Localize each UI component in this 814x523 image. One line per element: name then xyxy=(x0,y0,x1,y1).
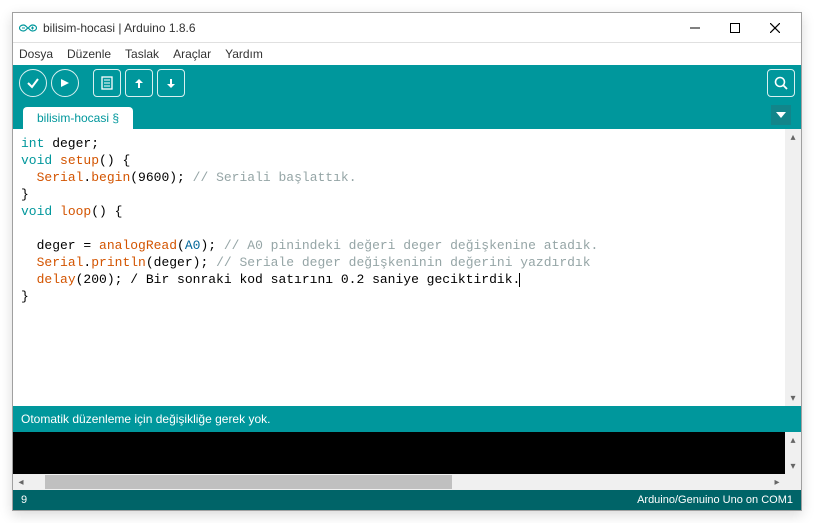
sketch-tab[interactable]: bilisim-hocasi § xyxy=(23,107,133,129)
token-text xyxy=(21,272,37,287)
token-text: ( xyxy=(177,238,185,253)
menu-file[interactable]: Dosya xyxy=(19,47,53,61)
menubar: Dosya Düzenle Taslak Araçlar Yardım xyxy=(13,43,801,65)
board-info: Arduino/Genuino Uno on COM1 xyxy=(637,494,793,506)
status-message: Otomatik düzenleme için değişikliğe gere… xyxy=(21,412,270,426)
arduino-icon xyxy=(19,19,37,37)
token-keyword: void xyxy=(21,204,52,219)
code-content[interactable]: int deger; void setup() { Serial.begin(9… xyxy=(13,129,801,311)
scroll-down-icon[interactable]: ▾ xyxy=(785,390,801,406)
token-text: (deger); xyxy=(146,255,216,270)
token-text: (9600); xyxy=(130,170,192,185)
token-text: () { xyxy=(91,204,122,219)
menu-edit[interactable]: Düzenle xyxy=(67,47,111,61)
token-method: begin xyxy=(91,170,130,185)
minimize-button[interactable] xyxy=(675,14,715,42)
status-bar: Otomatik düzenleme için değişikliğe gere… xyxy=(13,406,801,432)
scroll-right-icon[interactable]: ▸ xyxy=(769,474,785,490)
token-comment: // Seriale deger değişkeninin değerini y… xyxy=(216,255,590,270)
token-function: analogRead xyxy=(99,238,177,253)
token-constant: A0 xyxy=(185,238,201,253)
serial-monitor-button[interactable] xyxy=(767,69,795,97)
scroll-track[interactable] xyxy=(785,448,801,458)
scroll-track[interactable] xyxy=(785,145,801,390)
token-text: (200); / Bir sonraki kod satırını 0.2 sa… xyxy=(76,272,521,287)
console-output[interactable]: ▴ ▾ xyxy=(13,432,801,474)
token-function: delay xyxy=(37,272,76,287)
scroll-down-icon[interactable]: ▾ xyxy=(785,458,801,474)
verify-button[interactable] xyxy=(19,69,47,97)
token-text: deger = xyxy=(21,238,99,253)
text-caret xyxy=(519,273,520,287)
line-number: 9 xyxy=(21,494,637,506)
token-method: println xyxy=(91,255,146,270)
window-title: bilisim-hocasi | Arduino 1.8.6 xyxy=(43,21,675,35)
token-comment: // Seriali başlattık. xyxy=(193,170,357,185)
console-scrollbar-horizontal[interactable]: ◂ ▸ xyxy=(13,474,801,490)
scroll-up-icon[interactable]: ▴ xyxy=(785,129,801,145)
app-window: bilisim-hocasi | Arduino 1.8.6 Dosya Düz… xyxy=(12,12,802,511)
token-keyword: int xyxy=(21,136,44,151)
menu-help[interactable]: Yardım xyxy=(225,47,263,61)
token-comment: // A0 pinindeki değeri deger değişkenine… xyxy=(224,238,598,253)
token-text: deger; xyxy=(44,136,99,151)
token-text xyxy=(21,255,37,270)
console-scrollbar-vertical[interactable]: ▴ ▾ xyxy=(785,432,801,474)
scroll-up-icon[interactable]: ▴ xyxy=(785,432,801,448)
window-controls xyxy=(675,14,795,42)
tab-strip: bilisim-hocasi § xyxy=(13,101,801,129)
upload-button[interactable] xyxy=(51,69,79,97)
console: ▴ ▾ ◂ ▸ xyxy=(13,432,801,490)
token-text xyxy=(21,170,37,185)
token-text: } xyxy=(21,187,29,202)
token-class: Serial xyxy=(37,255,84,270)
menu-tools[interactable]: Araçlar xyxy=(173,47,211,61)
save-button[interactable] xyxy=(157,69,185,97)
token-keyword: void xyxy=(21,153,52,168)
toolbar xyxy=(13,65,801,101)
token-function: setup xyxy=(60,153,99,168)
scroll-thumb[interactable] xyxy=(45,475,452,489)
scroll-track[interactable] xyxy=(29,474,769,490)
token-class: Serial xyxy=(37,170,84,185)
new-button[interactable] xyxy=(93,69,121,97)
footer: 9 Arduino/Genuino Uno on COM1 xyxy=(13,490,801,510)
code-editor[interactable]: int deger; void setup() { Serial.begin(9… xyxy=(13,129,801,406)
token-function: loop xyxy=(60,204,91,219)
scroll-left-icon[interactable]: ◂ xyxy=(13,474,29,490)
token-text: } xyxy=(21,289,29,304)
token-text: () { xyxy=(99,153,130,168)
open-button[interactable] xyxy=(125,69,153,97)
titlebar: bilisim-hocasi | Arduino 1.8.6 xyxy=(13,13,801,43)
token-text: ); xyxy=(200,238,223,253)
maximize-button[interactable] xyxy=(715,14,755,42)
menu-sketch[interactable]: Taslak xyxy=(125,47,159,61)
close-button[interactable] xyxy=(755,14,795,42)
editor-scrollbar-vertical[interactable]: ▴ ▾ xyxy=(785,129,801,406)
tab-menu-button[interactable] xyxy=(771,105,791,125)
